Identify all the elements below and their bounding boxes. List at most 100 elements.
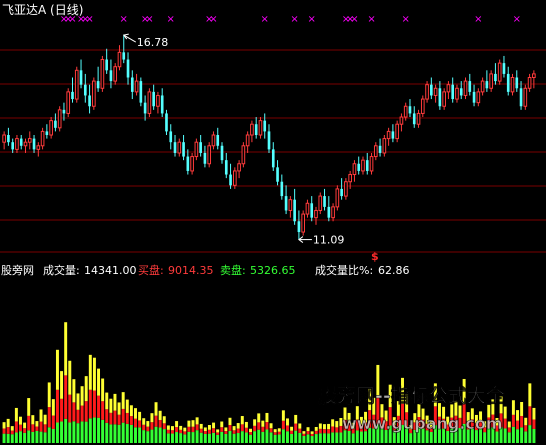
candle-body bbox=[489, 73, 493, 89]
volume-bar-buy bbox=[27, 415, 31, 431]
volume-bar-total bbox=[109, 398, 113, 413]
candle-body bbox=[288, 199, 293, 211]
volume-bar-total bbox=[39, 409, 43, 422]
volume-bar-sell bbox=[35, 430, 39, 443]
volume-bar-buy bbox=[179, 429, 183, 434]
candle-body bbox=[297, 221, 301, 233]
volume-bar-buy bbox=[175, 427, 179, 433]
volume-bar-total bbox=[528, 383, 532, 407]
volume-bar-buy bbox=[43, 424, 47, 433]
volume-bar-total bbox=[117, 402, 121, 415]
volume-bar-total bbox=[84, 376, 88, 402]
volume-bar-sell bbox=[203, 433, 207, 443]
volume-bar-total bbox=[261, 420, 265, 427]
volume-bar-total bbox=[80, 386, 84, 406]
candle-body bbox=[122, 52, 126, 60]
volume-bar-sell bbox=[2, 433, 6, 443]
volume-bar-sell bbox=[55, 422, 59, 443]
volume-bar-total bbox=[507, 421, 511, 428]
volume-bar-sell bbox=[68, 422, 72, 443]
volume-bar-sell bbox=[290, 433, 294, 443]
candle-body bbox=[425, 84, 429, 100]
volume-bar-sell bbox=[322, 433, 326, 443]
volume-bar-buy bbox=[216, 432, 220, 435]
volume-bar-buy bbox=[142, 424, 146, 431]
volume-bar-sell bbox=[183, 434, 187, 443]
volume-bar-sell bbox=[113, 424, 117, 443]
volume-bar-buy bbox=[125, 412, 129, 424]
candle-body bbox=[365, 160, 369, 171]
volume-bar-sell bbox=[277, 434, 281, 443]
volume-bar-total bbox=[224, 427, 228, 432]
volume-bar-sell bbox=[146, 431, 150, 443]
candle-body bbox=[79, 70, 83, 85]
volume-bar-sell bbox=[60, 421, 64, 443]
candle-body bbox=[263, 120, 267, 132]
candle-body bbox=[532, 73, 536, 78]
volume-bar-total bbox=[138, 411, 142, 421]
volume-bar-sell bbox=[92, 417, 96, 443]
volume-bar-total bbox=[187, 420, 191, 427]
volume-bar-sell bbox=[331, 432, 335, 443]
volume-bar-sell bbox=[310, 436, 314, 443]
candle-body bbox=[40, 130, 45, 147]
volume-bar-buy bbox=[170, 430, 174, 434]
volume-bar-sell bbox=[528, 425, 532, 443]
volume-bar-sell bbox=[524, 431, 528, 443]
volume-bar-sell bbox=[339, 432, 343, 443]
candle-body bbox=[11, 142, 15, 150]
volume-bar-buy bbox=[23, 428, 27, 433]
signal-marker: × bbox=[85, 14, 93, 25]
page-title: 飞亚达A (日线) bbox=[2, 3, 83, 17]
volume-bar-total bbox=[88, 354, 92, 390]
candle-body bbox=[267, 131, 271, 150]
sell-volume-label: 卖盘: bbox=[220, 263, 246, 277]
volume-bar-total bbox=[286, 418, 289, 426]
candle-body bbox=[62, 109, 66, 114]
candle-body bbox=[523, 87, 528, 107]
volume-bar-sell bbox=[195, 430, 199, 443]
volume-bar-sell bbox=[88, 418, 92, 443]
candle-body bbox=[160, 95, 164, 114]
volume-bar-sell bbox=[335, 432, 339, 443]
candle-body bbox=[494, 73, 497, 82]
volume-bar-buy bbox=[318, 428, 322, 434]
candle-body bbox=[476, 91, 481, 104]
volume-bar-total bbox=[76, 393, 80, 410]
volume-bar-sell bbox=[359, 431, 363, 443]
volume-bar-sell bbox=[507, 432, 511, 443]
volume-bar-buy bbox=[322, 429, 326, 434]
volume-bar-sell bbox=[511, 426, 515, 443]
low-price-label: 11.09 bbox=[313, 234, 345, 247]
volume-bar-sell bbox=[162, 429, 166, 443]
volume-ratio-label: 成交量比%: bbox=[315, 263, 373, 277]
volume-bar-total bbox=[207, 425, 211, 430]
volume-bar-sell bbox=[10, 434, 14, 443]
volume-bar-sell bbox=[306, 434, 310, 443]
volume-bar-buy bbox=[113, 410, 117, 425]
volume-bar-total bbox=[212, 422, 216, 429]
candle-body bbox=[420, 98, 425, 114]
volume-bar-sell bbox=[273, 434, 277, 443]
volume-bar-sell bbox=[72, 421, 76, 443]
volume-bar-buy bbox=[249, 432, 252, 435]
volume-bar-total bbox=[14, 407, 18, 422]
candle-body bbox=[416, 112, 421, 125]
volume-bar-total bbox=[524, 417, 528, 426]
watermark-title: 股旁网--指标公式大全 bbox=[318, 384, 506, 407]
volume-bar-buy bbox=[253, 425, 257, 432]
volume-bar-total bbox=[314, 426, 318, 431]
volume-bar-sell bbox=[261, 431, 265, 443]
candle-body bbox=[276, 167, 279, 182]
volume-bar-buy bbox=[191, 426, 195, 433]
volume-bar-total bbox=[27, 398, 31, 416]
volume-bar-buy bbox=[2, 428, 6, 434]
volume-bar-sell bbox=[240, 431, 244, 443]
volume-bar-buy bbox=[244, 427, 248, 433]
volume-bar-buy bbox=[524, 425, 528, 432]
volume-bar-sell bbox=[294, 430, 298, 443]
signal-marker: × bbox=[513, 14, 521, 25]
volume-bar-sell bbox=[6, 433, 10, 443]
volume-bar-buy bbox=[19, 424, 22, 432]
volume-bar-total bbox=[228, 417, 232, 425]
